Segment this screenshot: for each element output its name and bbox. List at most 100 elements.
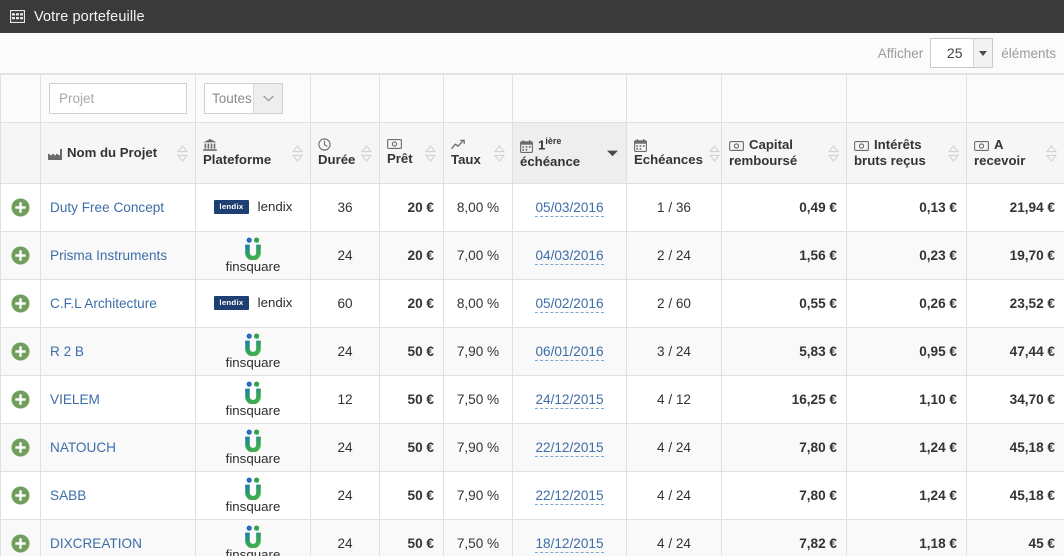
- first-due-cell: 18/12/2015: [512, 519, 627, 556]
- column-header-due-count[interactable]: Echéances: [626, 122, 722, 184]
- first-due-link[interactable]: 18/12/2015: [535, 536, 604, 553]
- first-due-link[interactable]: 22/12/2015: [535, 488, 604, 505]
- project-link[interactable]: Prisma Instruments: [50, 248, 167, 263]
- gross-interest-cell: 0,95 €: [846, 327, 967, 376]
- column-header-platform[interactable]: Plateforme: [195, 122, 311, 184]
- first-due-link[interactable]: 05/03/2016: [535, 200, 604, 217]
- receivable-cell: 45 €: [966, 519, 1064, 556]
- expand-row-cell[interactable]: [0, 279, 41, 328]
- sort-toggle-icon[interactable]: [708, 144, 720, 162]
- first-due-cell: 22/12/2015: [512, 471, 627, 520]
- project-link[interactable]: R 2 B: [50, 344, 84, 359]
- capital-repaid-cell: 0,55 €: [721, 279, 847, 328]
- sort-toggle-icon[interactable]: [948, 144, 959, 162]
- sort-toggle-icon[interactable]: [361, 144, 373, 162]
- project-link[interactable]: SABB: [50, 488, 86, 503]
- sort-descending-icon[interactable]: [606, 149, 619, 157]
- project-link[interactable]: DIXCREATION: [50, 536, 142, 551]
- sort-toggle-icon[interactable]: [1046, 144, 1057, 162]
- platform-cell-content: finsquare: [205, 429, 301, 467]
- column-header-gross-interest[interactable]: Intérêts bruts reçus: [846, 122, 967, 184]
- project-link[interactable]: C.F.L Architecture: [50, 296, 157, 311]
- chevron-down-icon[interactable]: [973, 39, 993, 67]
- project-link[interactable]: Duty Free Concept: [50, 200, 164, 215]
- receivable-cell: 19,70 €: [966, 231, 1064, 280]
- first-due-link[interactable]: 06/01/2016: [535, 344, 604, 361]
- platform-filter-select[interactable]: Toutes: [204, 83, 283, 114]
- chevron-down-icon[interactable]: [253, 84, 282, 113]
- column-header-duration-label: Durée: [318, 152, 356, 168]
- table-row[interactable]: NATOUCH finsquare 24 50 €7,90 % 22/12/2015 4 …: [0, 423, 1064, 472]
- expand-row-cell[interactable]: [0, 519, 41, 556]
- expand-row-cell[interactable]: [0, 327, 41, 376]
- table-row[interactable]: Prisma Instruments finsquare 24 20 €7,00 % 0…: [0, 231, 1064, 280]
- first-due-link[interactable]: 24/12/2015: [535, 392, 604, 409]
- column-header-receivable[interactable]: A recevoir: [966, 122, 1064, 184]
- expand-row-cell[interactable]: [0, 231, 41, 280]
- plus-icon[interactable]: [11, 390, 30, 409]
- filter-cell-expand: [0, 74, 41, 123]
- rate-cell: 7,00 %: [443, 231, 513, 280]
- project-name-cell: DIXCREATION: [40, 519, 196, 556]
- gross-interest-cell: 1,24 €: [846, 471, 967, 520]
- expand-row-cell[interactable]: [0, 423, 41, 472]
- receivable-cell: 45,18 €: [966, 423, 1064, 472]
- plus-icon[interactable]: [11, 198, 30, 217]
- table-row[interactable]: SABB finsquare 24 50 €7,90 % 22/12/2015 4 / 2…: [0, 471, 1064, 520]
- loan-cell: 50 €: [379, 519, 444, 556]
- project-name-cell: R 2 B: [40, 327, 196, 376]
- sort-toggle-icon[interactable]: [425, 144, 436, 162]
- project-link[interactable]: NATOUCH: [50, 440, 116, 455]
- table-body: Duty Free Concept lendix lendix 36 20 €8,00 …: [0, 183, 1064, 556]
- table-row[interactable]: C.F.L Architecture lendix lendix 60 20 €8,00…: [0, 279, 1064, 328]
- column-header-duration[interactable]: Durée: [310, 122, 380, 184]
- search-input[interactable]: [49, 83, 187, 114]
- sort-toggle-icon[interactable]: [177, 144, 188, 162]
- sort-toggle-icon[interactable]: [292, 144, 303, 162]
- table-row[interactable]: VIELEM finsquare 12 50 €7,50 % 24/12/2015 4 /…: [0, 375, 1064, 424]
- duration-cell: 24: [310, 471, 380, 520]
- first-due-link[interactable]: 04/03/2016: [535, 248, 604, 265]
- sort-toggle-icon[interactable]: [828, 144, 839, 162]
- column-header-capital-repaid[interactable]: Capital remboursé: [721, 122, 847, 184]
- first-due-cell: 04/03/2016: [512, 231, 627, 280]
- due-count-cell: 3 / 24: [626, 327, 722, 376]
- platform-cell-content: finsquare: [205, 237, 301, 275]
- column-header-rate[interactable]: Taux: [443, 122, 513, 184]
- column-header-name[interactable]: Nom du Projet: [40, 122, 196, 184]
- gross-interest-cell: 0,13 €: [846, 183, 967, 232]
- plus-icon[interactable]: [11, 486, 30, 505]
- filter-cell-interest: [846, 74, 967, 123]
- table-row[interactable]: DIXCREATION finsquare 24 50 €7,50 % 18/12/20…: [0, 519, 1064, 556]
- column-header-name-label: Nom du Projet: [67, 144, 158, 160]
- first-due-link[interactable]: 05/02/2016: [535, 296, 604, 313]
- capital-repaid-cell: 16,25 €: [721, 375, 847, 424]
- first-due-cell: 05/02/2016: [512, 279, 627, 328]
- first-due-link[interactable]: 22/12/2015: [535, 440, 604, 457]
- platform-name: finsquare: [225, 546, 281, 556]
- expand-row-cell[interactable]: [0, 183, 41, 232]
- plus-icon[interactable]: [11, 246, 30, 265]
- column-header-first-due[interactable]: 1ière échéance: [512, 122, 627, 184]
- table-row[interactable]: Duty Free Concept lendix lendix 36 20 €8,00 …: [0, 183, 1064, 232]
- length-menu-label-before: Afficher: [877, 45, 924, 61]
- column-header-loan[interactable]: Prêt: [379, 122, 444, 184]
- table-row[interactable]: R 2 B finsquare 24 50 €7,90 % 06/01/2016 3 / …: [0, 327, 1064, 376]
- project-name-cell: Duty Free Concept: [40, 183, 196, 232]
- expand-row-cell[interactable]: [0, 471, 41, 520]
- plus-icon[interactable]: [11, 294, 30, 313]
- plus-icon[interactable]: [11, 534, 30, 553]
- gross-interest-cell: 1,18 €: [846, 519, 967, 556]
- platform-cell-content: finsquare: [205, 525, 301, 556]
- expand-row-cell[interactable]: [0, 375, 41, 424]
- plus-icon[interactable]: [11, 438, 30, 457]
- platform-cell: finsquare: [195, 231, 311, 280]
- length-menu-select[interactable]: 25: [930, 38, 994, 68]
- calendar-icon: [520, 140, 533, 154]
- sort-toggle-icon[interactable]: [494, 144, 505, 162]
- duration-cell: 24: [310, 327, 380, 376]
- project-link[interactable]: VIELEM: [50, 392, 100, 407]
- plus-icon[interactable]: [11, 342, 30, 361]
- factory-icon: [48, 148, 62, 160]
- platform-name: finsquare: [225, 450, 281, 466]
